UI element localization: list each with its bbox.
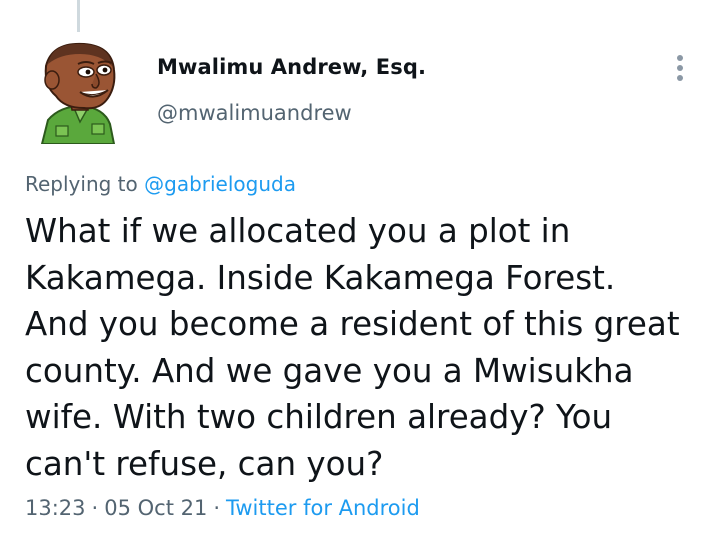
tweet-metadata: 13:23 · 05 Oct 21 · Twitter for Android [25, 496, 420, 520]
separator: · [213, 496, 221, 520]
author-display-name[interactable]: Mwalimu Andrew, Esq. [157, 55, 426, 79]
tweet-text-line: county. And we gave you a Mwisukha [25, 351, 634, 390]
tweet-time[interactable]: 13:23 [25, 496, 86, 520]
tweet-text-line: What if we allocated you a plot in [25, 212, 571, 250]
more-vertical-icon-dot [677, 65, 683, 71]
thread-connector-line [77, 0, 80, 32]
cartoon-man-avatar-icon [40, 42, 116, 145]
more-vertical-icon [677, 55, 683, 61]
more-vertical-icon-dot [677, 75, 683, 81]
more-options-button[interactable] [666, 52, 694, 84]
tweet-text-line: And you become a resident of this great [25, 305, 680, 343]
replying-to-line: Replying to @gabrieloguda [25, 172, 296, 196]
tweet-text-line: can't refuse, can you? [25, 444, 384, 483]
tweet-text-line: Kakamega. Inside Kakamega Forest. [25, 258, 616, 297]
tweet-date[interactable]: 05 Oct 21 [104, 496, 207, 520]
tweet-source-link[interactable]: Twitter for Android [226, 496, 420, 520]
tweet-text: What if we allocated you a plot in Kakam… [25, 208, 705, 487]
replying-to-label: Replying to [25, 172, 138, 196]
replying-to-mention-link[interactable]: @gabrieloguda [144, 172, 296, 196]
author-handle[interactable]: @mwalimuandrew [157, 101, 352, 125]
separator: · [91, 496, 99, 520]
avatar[interactable] [30, 36, 130, 145]
tweet-text-line: wife. With two children already? You [25, 398, 613, 436]
